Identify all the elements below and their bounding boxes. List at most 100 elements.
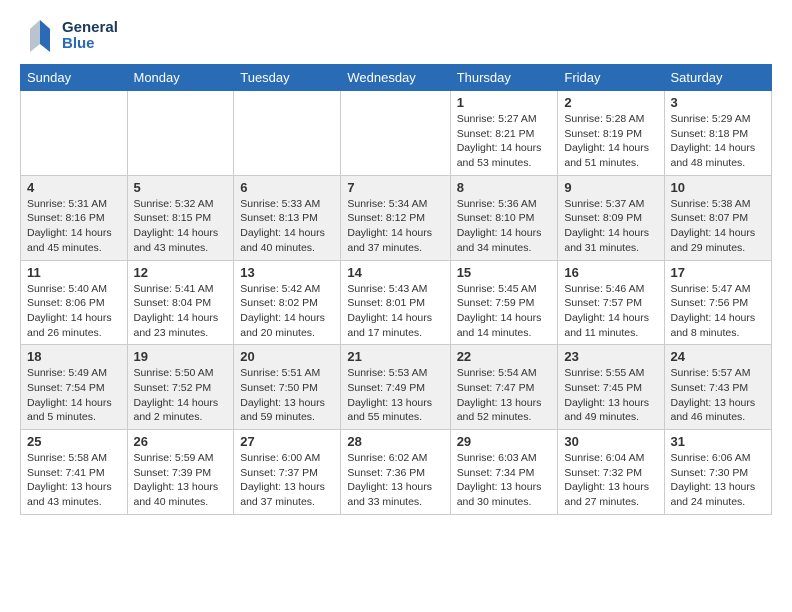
header-friday: Friday <box>558 65 664 91</box>
day-info-line: Daylight: 14 hours <box>671 312 756 324</box>
day-info-line: and 20 minutes. <box>240 327 315 339</box>
day-number: 26 <box>134 434 228 449</box>
calendar-week-row: 11Sunrise: 5:40 AMSunset: 8:06 PMDayligh… <box>21 260 772 345</box>
day-info-line: Sunrise: 5:31 AM <box>27 198 107 210</box>
day-info-line: Sunrise: 6:00 AM <box>240 452 320 464</box>
day-info-line: Daylight: 14 hours <box>240 227 325 239</box>
day-info-line: and 52 minutes. <box>457 411 532 423</box>
day-info-line: Sunrise: 5:40 AM <box>27 283 107 295</box>
day-info-line: and 48 minutes. <box>671 157 746 169</box>
day-info-line: Daylight: 14 hours <box>457 227 542 239</box>
day-info-line: and 37 minutes. <box>240 496 315 508</box>
day-info-line: Daylight: 14 hours <box>27 227 112 239</box>
day-info-line: Sunrise: 6:04 AM <box>564 452 644 464</box>
day-info: Sunrise: 5:55 AMSunset: 7:45 PMDaylight:… <box>564 366 657 425</box>
day-info-line: Sunrise: 5:53 AM <box>347 367 427 379</box>
day-info: Sunrise: 5:29 AMSunset: 8:18 PMDaylight:… <box>671 112 766 171</box>
day-info-line: Daylight: 13 hours <box>347 397 432 409</box>
day-info: Sunrise: 5:43 AMSunset: 8:01 PMDaylight:… <box>347 282 443 341</box>
day-info-line: Sunset: 7:30 PM <box>671 467 749 479</box>
day-info-line: and 27 minutes. <box>564 496 639 508</box>
calendar-day-cell: 24Sunrise: 5:57 AMSunset: 7:43 PMDayligh… <box>664 345 772 430</box>
calendar-day-cell: 15Sunrise: 5:45 AMSunset: 7:59 PMDayligh… <box>450 260 558 345</box>
calendar-day-cell: 31Sunrise: 6:06 AMSunset: 7:30 PMDayligh… <box>664 430 772 515</box>
calendar-day-cell: 1Sunrise: 5:27 AMSunset: 8:21 PMDaylight… <box>450 91 558 176</box>
logo: General Blue <box>20 16 118 56</box>
day-number: 31 <box>671 434 766 449</box>
day-info-line: Sunrise: 5:29 AM <box>671 113 751 125</box>
header-wednesday: Wednesday <box>341 65 450 91</box>
day-info-line: Sunset: 7:41 PM <box>27 467 105 479</box>
day-info-line: Daylight: 14 hours <box>347 227 432 239</box>
calendar-day-cell: 16 Sunrise: 5:46 AMSunset: 7:57 PMDayligh… <box>558 260 664 345</box>
day-info-line: Sunset: 8:16 PM <box>27 212 105 224</box>
day-number: 25 <box>27 434 121 449</box>
day-info: Sunrise: 5:27 AMSunset: 8:21 PMDaylight:… <box>457 112 552 171</box>
day-info-line: Daylight: 13 hours <box>347 481 432 493</box>
day-number: 28 <box>347 434 443 449</box>
day-number: 19 <box>134 349 228 364</box>
day-number: 6 <box>240 180 334 195</box>
day-number: 2 <box>564 95 657 110</box>
logo-text-block: General Blue <box>62 20 118 53</box>
day-info-line: Sunset: 7:57 PM <box>564 297 642 309</box>
day-info: Sunrise: 5:31 AM Sunset: 8:16 PM Daylight:… <box>27 197 121 256</box>
day-info: Sunrise: 5:42 AMSunset: 8:02 PMDaylight:… <box>240 282 334 341</box>
calendar-day-cell: 22Sunrise: 5:54 AMSunset: 7:47 PMDayligh… <box>450 345 558 430</box>
day-info-line: Daylight: 13 hours <box>134 481 219 493</box>
day-info: Sunrise: 5:53 AMSunset: 7:49 PMDaylight:… <box>347 366 443 425</box>
day-number: 30 <box>564 434 657 449</box>
day-info-line: and 14 minutes. <box>457 327 532 339</box>
calendar-day-cell: 18Sunrise: 5:49 AMSunset: 7:54 PMDayligh… <box>21 345 128 430</box>
day-number: 16 <box>564 265 657 280</box>
day-info-line: Sunset: 8:15 PM <box>134 212 212 224</box>
day-info: Sunrise: 5:46 AMSunset: 7:57 PMDaylight:… <box>564 282 657 341</box>
day-info-line: Daylight: 14 hours <box>240 312 325 324</box>
day-info-line: and 24 minutes. <box>671 496 746 508</box>
day-info-line: Sunrise: 5:38 AM <box>671 198 751 210</box>
day-info: Sunrise: 5:45 AMSunset: 7:59 PMDaylight:… <box>457 282 552 341</box>
day-info-line: and 5 minutes. <box>27 411 96 423</box>
header-sunday: Sunday <box>21 65 128 91</box>
day-info-line: Sunrise: 6:06 AM <box>671 452 751 464</box>
logo-blue: Blue <box>62 36 118 53</box>
day-info-line: Daylight: 14 hours <box>134 397 219 409</box>
calendar-header-row: Sunday Monday Tuesday Wednesday Thursday… <box>21 65 772 91</box>
day-info-line: Daylight: 14 hours <box>564 142 649 154</box>
calendar-day-cell: 9Sunrise: 5:37 AMSunset: 8:09 PMDaylight… <box>558 175 664 260</box>
day-info-line: Sunset: 8:10 PM <box>457 212 535 224</box>
day-info-line: Sunset: 7:54 PM <box>27 382 105 394</box>
day-info-line: Sunrise: 5:58 AM <box>27 452 107 464</box>
day-info: Sunrise: 5:40 AMSunset: 8:06 PMDaylight:… <box>27 282 121 341</box>
calendar-day-cell: 19Sunrise: 5:50 AMSunset: 7:52 PMDayligh… <box>127 345 234 430</box>
header: General Blue <box>20 16 772 56</box>
day-info: Sunrise: 5:37 AMSunset: 8:09 PMDaylight:… <box>564 197 657 256</box>
day-info-line: and 45 minutes. <box>27 242 102 254</box>
day-info-line: Sunrise: 5:33 AM <box>240 198 320 210</box>
day-info-line: and 51 minutes. <box>564 157 639 169</box>
day-number: 13 <box>240 265 334 280</box>
day-info: Sunrise: 5:47 AMSunset: 7:56 PMDaylight:… <box>671 282 766 341</box>
day-info: Sunrise: 5:49 AMSunset: 7:54 PMDaylight:… <box>27 366 121 425</box>
day-info: Sunrise: 5:58 AMSunset: 7:41 PMDaylight:… <box>27 451 121 510</box>
calendar-day-cell: 20Sunrise: 5:51 AMSunset: 7:50 PMDayligh… <box>234 345 341 430</box>
day-info-line: Daylight: 14 hours <box>27 312 112 324</box>
day-info: Sunrise: 5:38 AMSunset: 8:07 PMDaylight:… <box>671 197 766 256</box>
day-number: 5 <box>134 180 228 195</box>
day-info-line: and 55 minutes. <box>347 411 422 423</box>
day-info-line: Sunrise: 5:47 AM <box>671 283 751 295</box>
logo-general: General <box>62 20 118 37</box>
day-info-line: and 34 minutes. <box>457 242 532 254</box>
day-number: 10 <box>671 180 766 195</box>
day-info-line: Sunset: 7:52 PM <box>134 382 212 394</box>
calendar-day-cell: 26Sunrise: 5:59 AMSunset: 7:39 PMDayligh… <box>127 430 234 515</box>
calendar-day-cell: 23Sunrise: 5:55 AMSunset: 7:45 PMDayligh… <box>558 345 664 430</box>
day-info-line: and 49 minutes. <box>564 411 639 423</box>
day-info-line: Daylight: 14 hours <box>347 312 432 324</box>
day-info-line: Sunrise: 5:45 AM <box>457 283 537 295</box>
day-number: 3 <box>671 95 766 110</box>
day-info-line: and 43 minutes. <box>27 496 102 508</box>
day-info-line: and 33 minutes. <box>347 496 422 508</box>
calendar-day-cell: 7Sunrise: 5:34 AMSunset: 8:12 PMDaylight… <box>341 175 450 260</box>
calendar-day-cell: 17Sunrise: 5:47 AMSunset: 7:56 PMDayligh… <box>664 260 772 345</box>
